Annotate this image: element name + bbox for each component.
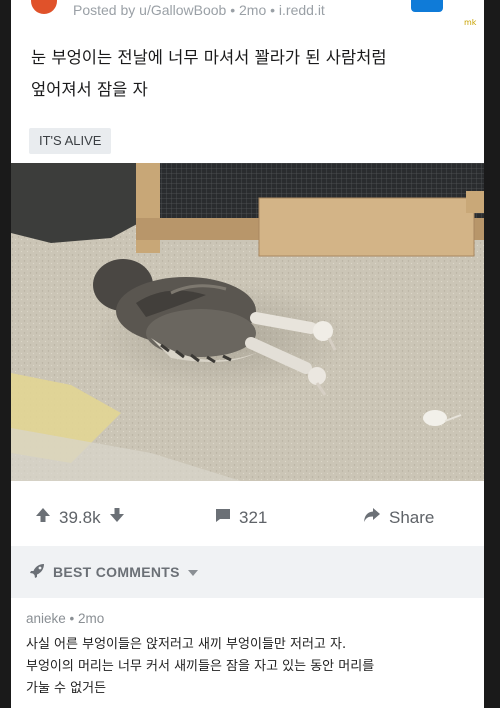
share-button[interactable]: Share	[363, 507, 434, 528]
comment-line-2: 부엉이의 머리는 너무 커서 새끼들은 잠을 자고 있는 동안 머리를	[26, 659, 375, 674]
post-actions: 39.8k 321 Share	[11, 497, 484, 537]
post-title-line-2: 엎어져서 잠을 자	[31, 80, 148, 99]
rocket-icon	[29, 563, 45, 582]
owlet-photo	[11, 163, 484, 481]
vote-group: 39.8k	[35, 507, 125, 528]
comment-line-3: 가눌 수 없거든	[26, 681, 107, 696]
post-image[interactable]	[11, 163, 484, 481]
post-card: Posted by u/GallowBoob • 2mo • i.redd.it…	[11, 0, 484, 708]
upvote-count: 39.8k	[59, 507, 101, 527]
post-header: Posted by u/GallowBoob • 2mo • i.redd.it…	[11, 0, 484, 27]
comment-meta[interactable]: anieke • 2mo	[26, 611, 104, 626]
sort-label: BEST COMMENTS	[53, 564, 180, 580]
share-label: Share	[389, 507, 435, 527]
comments-button[interactable]: 321	[215, 507, 267, 528]
posted-by-meta[interactable]: Posted by u/GallowBoob • 2mo • i.redd.it	[73, 2, 325, 18]
caret-down-icon	[187, 564, 198, 580]
post-title-line-1: 눈 부엉이는 전날에 너무 마셔서 꽐라가 된 사람처럼	[31, 48, 387, 67]
comment-count: 321	[239, 507, 268, 527]
post-title[interactable]: 눈 부엉이는 전날에 너무 마셔서 꽐라가 된 사람처럼 엎어져서 잠을 자	[31, 42, 471, 106]
post-flair[interactable]: IT'S ALIVE	[29, 128, 112, 154]
comment-sort-bar[interactable]: BEST COMMENTS	[11, 546, 484, 598]
watermark: mk	[464, 18, 477, 27]
upvote-arrow-icon[interactable]	[35, 507, 51, 528]
comment-icon	[215, 507, 231, 528]
comment-body: 사실 어른 부엉이들은 앉저러고 새끼 부엉이들만 저러고 자. 부엉이의 머리…	[26, 634, 476, 700]
subreddit-avatar[interactable]	[31, 0, 57, 14]
downvote-arrow-icon[interactable]	[109, 507, 125, 528]
share-arrow-icon	[363, 507, 381, 528]
join-button[interactable]	[411, 0, 443, 12]
comment-line-1: 사실 어른 부엉이들은 앉저러고 새끼 부엉이들만 저러고 자.	[26, 637, 347, 652]
